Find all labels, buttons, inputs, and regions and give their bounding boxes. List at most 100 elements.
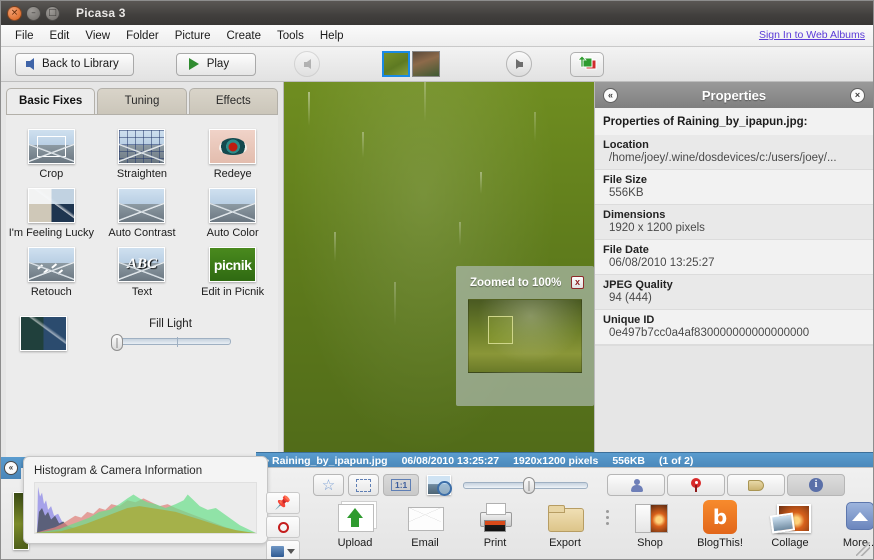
status-position: (1 of 2) — [659, 455, 694, 467]
print-button[interactable]: Print — [466, 500, 524, 549]
view-tools: ☆ 1:1 — [313, 474, 589, 496]
filmstrip-thumb-2[interactable] — [412, 51, 441, 77]
tool-im-feeling-lucky[interactable]: I'm Feeling Lucky — [6, 188, 97, 239]
pin-button[interactable]: 📌 — [266, 492, 300, 514]
fill-light-knob[interactable] — [110, 333, 123, 351]
export-icon — [544, 500, 586, 534]
property-key: File Size — [603, 174, 648, 186]
tool-text[interactable]: ABC Text — [97, 247, 188, 298]
blogthis-button[interactable]: b BlogThis! — [691, 500, 749, 549]
histogram-collapse-button[interactable]: « — [1, 457, 21, 479]
collage-button[interactable]: Collage — [761, 500, 819, 549]
star-rating-button[interactable]: ☆ — [313, 474, 344, 496]
info-panel-button[interactable]: i — [787, 474, 845, 496]
zoom-preview-icon[interactable] — [427, 475, 453, 496]
zoom-slider[interactable] — [463, 476, 589, 494]
play-label: Play — [206, 58, 230, 70]
places-panel-button[interactable] — [667, 474, 725, 496]
property-row-jpeg-quality: JPEG Quality 94 (444) — [595, 275, 873, 310]
property-value: 1920 x 1200 pixels — [609, 222, 705, 234]
next-photo-button[interactable] — [506, 51, 533, 77]
filmstrip-thumb-1[interactable] — [382, 51, 411, 77]
property-value: 556KB — [609, 187, 644, 199]
mark-button[interactable] — [266, 516, 300, 538]
menu-tools[interactable]: Tools — [269, 28, 312, 44]
tool-auto-color[interactable]: Auto Color — [187, 188, 278, 239]
retouch-icon — [27, 247, 75, 282]
fit-to-window-button[interactable] — [348, 474, 379, 496]
properties-header: « Properties × — [595, 82, 873, 108]
tool-retouch-label: Retouch — [30, 286, 72, 298]
property-row-location: Location /home/joey/.wine/dosdevices/c:/… — [595, 135, 873, 170]
tool-crop-label: Crop — [39, 168, 64, 180]
circle-outline-icon — [277, 521, 289, 533]
fill-light-slider[interactable] — [110, 333, 231, 351]
zoom-navigator-popup[interactable]: Zoomed to 100% x — [456, 266, 594, 406]
album-dropdown-button[interactable] — [266, 540, 300, 559]
zoom-viewport-rect[interactable] — [488, 315, 514, 344]
previous-photo-button[interactable] — [294, 51, 321, 77]
collage-label: Collage — [771, 537, 809, 549]
menu-folder[interactable]: Folder — [118, 28, 167, 44]
tool-auto-color-label: Auto Color — [206, 227, 259, 239]
filmstrip — [382, 51, 441, 77]
tool-edit-in-picnik[interactable]: picnik Edit in Picnik — [187, 247, 278, 298]
menu-help[interactable]: Help — [312, 28, 352, 44]
property-value: 06/08/2010 13:25:27 — [609, 257, 715, 269]
minimize-window-button[interactable]: – — [26, 5, 41, 21]
menu-edit[interactable]: Edit — [42, 28, 78, 44]
shop-button[interactable]: Shop — [621, 500, 679, 549]
tool-text-label: Text — [131, 286, 153, 298]
picasa-window: × – □ Picasa 3 File Edit View Folder Pic… — [0, 0, 874, 560]
tab-tuning[interactable]: Tuning — [97, 88, 187, 114]
property-value: 0e497b7cc0a4af830000000000000000 — [609, 327, 810, 339]
property-value: 94 (444) — [609, 292, 652, 304]
menu-create[interactable]: Create — [218, 28, 269, 44]
histogram-svg — [35, 486, 256, 533]
menu-view[interactable]: View — [77, 28, 118, 44]
overflow-dots-icon[interactable] — [606, 510, 609, 525]
sign-in-web-albums-link[interactable]: Sign In to Web Albums — [759, 29, 865, 41]
straighten-icon — [118, 129, 166, 164]
actual-size-button[interactable]: 1:1 — [383, 474, 420, 496]
menu-file[interactable]: File — [7, 28, 42, 44]
people-panel-button[interactable] — [607, 474, 665, 496]
property-key: Unique ID — [603, 314, 655, 326]
tool-auto-contrast[interactable]: Auto Contrast — [97, 188, 188, 239]
back-to-library-button[interactable]: Back to Library — [15, 52, 134, 76]
arrow-left-icon — [26, 58, 34, 70]
fill-light-icon — [20, 316, 67, 351]
tool-straighten[interactable]: Straighten — [97, 129, 188, 180]
menu-picture[interactable]: Picture — [167, 28, 219, 44]
close-icon[interactable]: × — [850, 87, 865, 103]
tags-panel-button[interactable] — [727, 474, 785, 496]
edit-tabs: Basic Fixes Tuning Effects — [1, 82, 283, 114]
maximize-window-button[interactable]: □ — [45, 5, 60, 21]
tool-retouch[interactable]: Retouch — [6, 247, 97, 298]
tab-basic-fixes[interactable]: Basic Fixes — [6, 88, 96, 114]
upload-label: Upload — [337, 537, 373, 549]
photo-tray-button[interactable] — [570, 51, 605, 77]
shop-label: Shop — [637, 537, 663, 549]
close-window-button[interactable]: × — [7, 5, 22, 21]
play-slideshow-button[interactable]: Play — [175, 52, 257, 76]
resize-grip[interactable] — [856, 542, 870, 556]
zoom-navigator-thumbnail[interactable] — [468, 299, 582, 373]
tool-auto-contrast-label: Auto Contrast — [108, 227, 176, 239]
auto-color-icon — [209, 188, 257, 223]
panel-toggle-group: i — [607, 474, 845, 496]
tool-crop[interactable]: Crop — [6, 129, 97, 180]
tab-effects[interactable]: Effects — [188, 88, 278, 114]
fill-light-row: Fill Light — [6, 298, 278, 351]
tool-redeye[interactable]: Redeye — [187, 129, 278, 180]
zoom-slider-knob[interactable] — [523, 476, 536, 494]
window-title: Picasa 3 — [76, 6, 126, 20]
email-button[interactable]: Email — [396, 500, 454, 549]
upload-button[interactable]: Upload — [326, 500, 384, 549]
export-button[interactable]: Export — [536, 500, 594, 549]
chevron-down-icon — [287, 548, 295, 554]
close-icon[interactable]: x — [571, 276, 584, 289]
collapse-icon[interactable]: « — [603, 87, 618, 103]
property-row-dimensions: Dimensions 1920 x 1200 pixels — [595, 205, 873, 240]
picnik-wordmark: picnik — [213, 256, 252, 273]
